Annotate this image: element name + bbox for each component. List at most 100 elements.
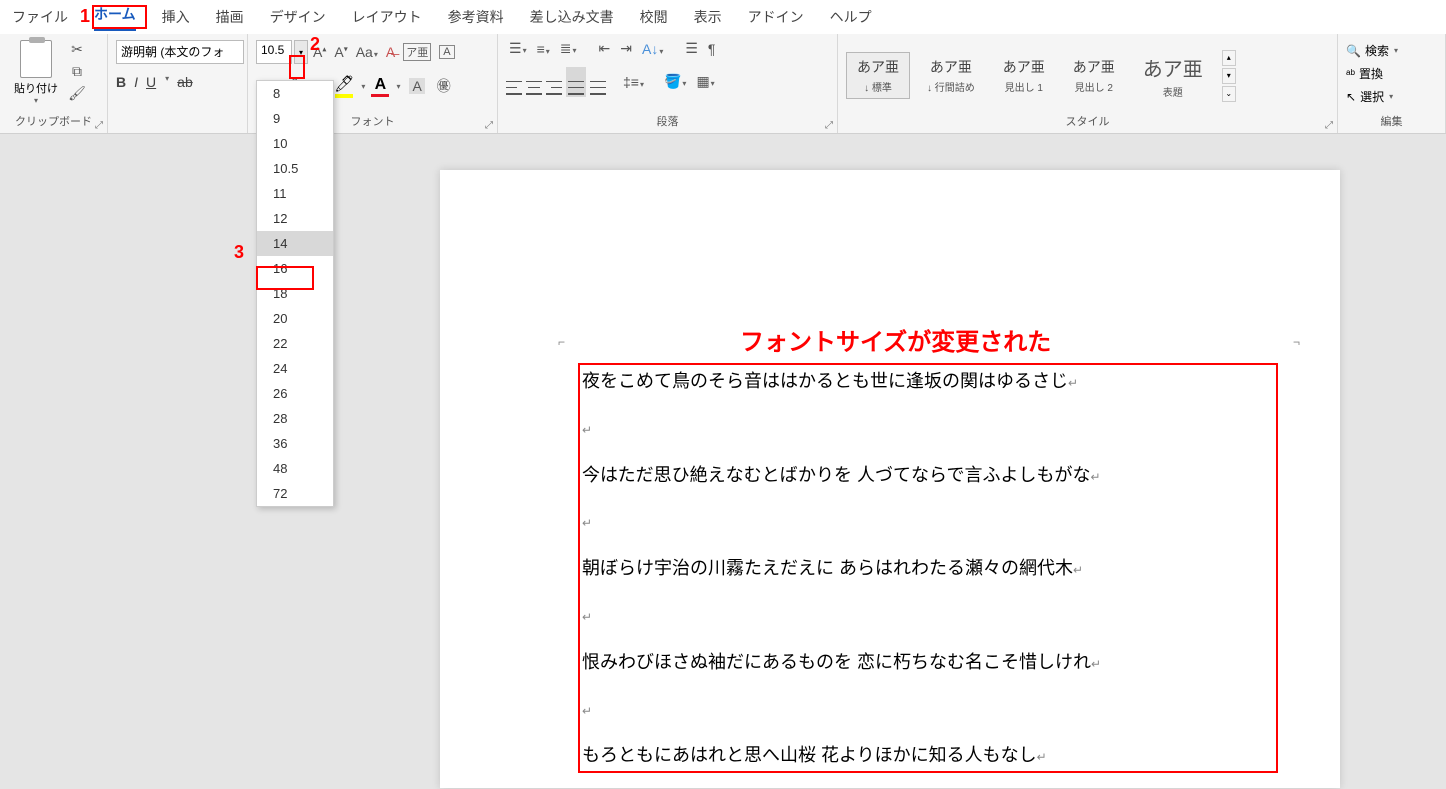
enclose-chars-icon[interactable]: A [439,45,454,59]
shading-icon[interactable]: 🪣▾ [664,73,686,90]
tab-design[interactable]: デザイン [270,7,326,27]
dialog-launcher-icon[interactable]: ⤢ [825,120,833,131]
size-opt-10-5[interactable]: 10.5 [257,156,333,181]
size-opt-36[interactable]: 36 [257,431,333,456]
align-right-icon[interactable] [546,69,562,95]
style-heading1[interactable]: あア亜見出し 1 [992,52,1056,99]
style-normal[interactable]: あア亜↓ 標準 [846,52,910,99]
clipboard-icon [20,40,52,78]
cut-icon[interactable]: ✂ [68,40,86,58]
dialog-launcher-icon[interactable]: ⤢ [95,120,103,131]
shrink-font-icon[interactable]: A▾ [334,44,347,60]
doc-line: ↵ [582,686,1101,733]
paragraph-group-label: 段落 [657,113,679,129]
tab-layout[interactable]: レイアウト [352,7,422,27]
size-opt-22[interactable]: 22 [257,331,333,356]
callout-1: 1 [80,6,90,27]
group-editing: 🔍検索▾ ᵃᵇ置換 ↖選択▾ 編集 [1338,34,1446,133]
dialog-launcher-icon[interactable]: ⤢ [485,120,493,131]
align-distribute-icon[interactable]: ☰ [685,40,698,57]
tab-mailings[interactable]: 差し込み文書 [530,7,614,27]
size-opt-18[interactable]: 18 [257,281,333,306]
clear-format-icon[interactable]: A̶ [386,44,395,60]
tab-references[interactable]: 参考資料 [448,7,504,27]
bullets-icon[interactable]: ☰▾ [509,40,527,57]
indent-decrease-icon[interactable]: ⇤ [599,40,611,57]
document-page[interactable]: ⌐ ¬ フォントサイズが変更された 夜をこめて鳥のそら音ははかるとも世に逢坂の関… [440,170,1340,788]
find-button[interactable]: 🔍検索▾ [1346,42,1398,59]
bold-button[interactable]: B [116,74,126,90]
doc-line: ↵ [582,592,1101,639]
align-justify-icon[interactable] [566,67,586,97]
change-case-icon[interactable]: Aa▾ [356,44,378,60]
search-icon: 🔍 [1346,44,1361,58]
style-title[interactable]: あア亜表題 [1132,48,1214,104]
show-marks-icon[interactable]: ¶ [708,41,716,57]
replace-button[interactable]: ᵃᵇ置換 [1346,65,1383,82]
tab-insert[interactable]: 挿入 [162,7,190,27]
size-opt-9[interactable]: 9 [257,106,333,131]
ruler-right-mark: ¬ [1293,335,1300,349]
style-heading2[interactable]: あア亜見出し 2 [1062,52,1126,99]
font-size-input[interactable]: 10.5 [256,40,292,64]
multilevel-icon[interactable]: ≣▾ [560,40,577,57]
align-left-icon[interactable] [506,69,522,95]
chevron-down-icon: ▾ [34,96,38,105]
size-opt-12[interactable]: 12 [257,206,333,231]
strikethrough-button[interactable]: ab [177,74,193,90]
tab-draw[interactable]: 描画 [216,7,244,27]
styles-up-icon[interactable]: ▴ [1222,50,1236,66]
document-body[interactable]: 夜をこめて鳥のそら音ははかるとも世に逢坂の関はゆるさじ↵ ↵ 今はただ思ひ絶えな… [582,358,1101,779]
enclose-char-icon[interactable]: ㊝ [437,76,451,96]
clipboard-group-label: クリップボード [15,113,92,129]
cursor-icon: ↖ [1346,90,1356,104]
format-painter-icon[interactable]: 🖌 [68,84,86,102]
char-shading-icon[interactable]: A [409,78,424,94]
annotation-text: フォントサイズが変更された [740,322,1051,357]
font-size-dropdown: 8 9 10 10.5 11 12 14 16 18 20 22 24 26 2… [256,80,334,507]
size-opt-8[interactable]: 8 [257,81,333,106]
size-opt-16[interactable]: 16 [257,256,333,281]
dialog-launcher-icon[interactable]: ⤢ [1325,120,1333,131]
size-opt-48[interactable]: 48 [257,456,333,481]
italic-button[interactable]: I [134,74,138,90]
doc-line: 朝ぼらけ宇治の川霧たえだえに あらはれわたる瀬々の網代木↵ [582,545,1101,592]
tab-home[interactable]: ホーム [94,4,136,31]
tab-addins[interactable]: アドイン [748,7,804,27]
doc-line: もろともにあはれと思へ山桜 花よりほかに知る人もなし↵ [582,732,1101,779]
styles-more-icon[interactable]: ⌄ [1222,86,1236,102]
size-opt-10[interactable]: 10 [257,131,333,156]
styles-down-icon[interactable]: ▾ [1222,68,1236,84]
font-size-dropdown-button[interactable]: ▾ [294,40,308,64]
underline-button[interactable]: U [146,74,156,90]
tab-file[interactable]: ファイル [12,7,68,27]
tab-help[interactable]: ヘルプ [830,7,872,27]
size-opt-14[interactable]: 14 [257,231,333,256]
align-distribute2-icon[interactable] [590,69,606,95]
ruler-left-mark: ⌐ [558,335,565,349]
tab-review[interactable]: 校閲 [640,7,668,27]
group-clipboard: 貼り付け ▾ ✂ ⧉ 🖌 クリップボード⤢ [0,34,108,133]
sort-icon[interactable]: A↓▾ [642,41,663,57]
font-name-input[interactable]: 游明朝 (本文のフォ [116,40,244,64]
tab-view[interactable]: 表示 [694,7,722,27]
size-opt-20[interactable]: 20 [257,306,333,331]
size-opt-24[interactable]: 24 [257,356,333,381]
borders-icon[interactable]: ▦▾ [696,73,714,90]
callout-3: 3 [234,242,244,263]
select-button[interactable]: ↖選択▾ [1346,88,1393,105]
copy-icon[interactable]: ⧉ [68,62,86,80]
highlight-icon[interactable]: 🖊 [334,74,354,98]
paste-button[interactable]: 貼り付け ▾ [8,40,64,105]
size-opt-72[interactable]: 72 [257,481,333,506]
align-center-icon[interactable] [526,69,542,95]
size-opt-28[interactable]: 28 [257,406,333,431]
phonetic-icon[interactable]: ア亜 [403,43,431,61]
line-spacing-icon[interactable]: ‡≡▾ [623,74,644,90]
size-opt-26[interactable]: 26 [257,381,333,406]
font-color-icon[interactable]: A [371,76,389,97]
style-nospacing[interactable]: あア亜↓ 行間詰め [916,52,986,99]
numbering-icon[interactable]: ≡▾ [537,41,550,57]
size-opt-11[interactable]: 11 [257,181,333,206]
indent-increase-icon[interactable]: ⇥ [620,40,632,57]
